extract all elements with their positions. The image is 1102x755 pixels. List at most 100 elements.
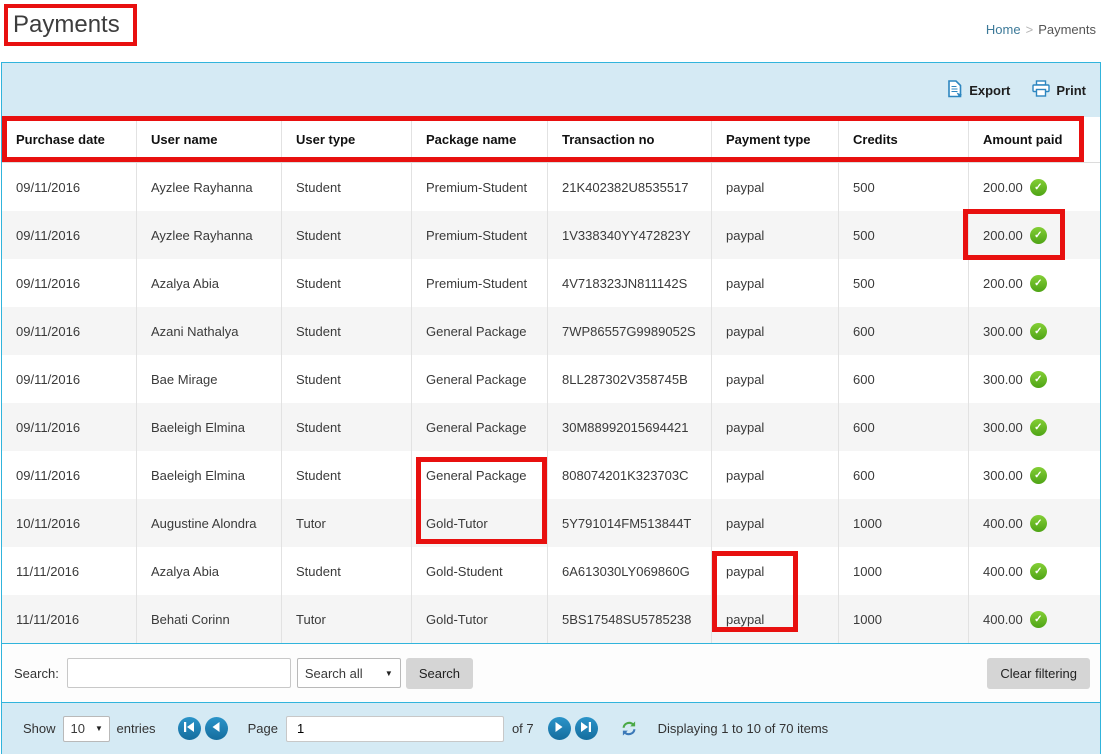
cell-text: Student: [296, 276, 341, 291]
cell-user-type: Tutor: [282, 595, 412, 643]
cell-text: Azalya Abia: [151, 276, 219, 291]
prev-page-button[interactable]: [205, 717, 228, 740]
first-page-button[interactable]: [178, 717, 201, 740]
search-button[interactable]: Search: [406, 658, 473, 689]
cell-payment-type: paypal: [712, 307, 839, 355]
check-circle-icon: ✓: [1030, 563, 1047, 580]
cell-amount-paid: 300.00✓: [969, 355, 1100, 403]
cell-text: 500: [853, 276, 875, 291]
clear-filtering-button[interactable]: Clear filtering: [987, 658, 1090, 689]
column-header-user-name: User name: [137, 117, 282, 162]
cell-text: Tutor: [296, 516, 326, 531]
cell-text: 300.00: [983, 372, 1023, 387]
display-status: Displaying 1 to 10 of 70 items: [658, 721, 829, 736]
cell-text: Student: [296, 372, 341, 387]
cell-amount-paid: 400.00✓: [969, 595, 1100, 643]
cell-credits: 500: [839, 163, 969, 211]
cell-user-type: Tutor: [282, 499, 412, 547]
cell-user-name: Bae Mirage: [137, 355, 282, 403]
cell-text: 200.00: [983, 180, 1023, 195]
next-page-icon: [553, 720, 565, 738]
table-row: 09/11/2016 Azalya Abia Student Premium-Stud…: [2, 259, 1100, 307]
search-bar: Search: Search all ▼ Search Clear filter…: [2, 643, 1100, 702]
search-filter-select[interactable]: Search all ▼: [297, 658, 401, 688]
refresh-icon[interactable]: [620, 720, 638, 737]
cell-text: 09/11/2016: [16, 276, 80, 291]
cell-transaction-no: 6A613030LY069860G: [548, 547, 712, 595]
cell-text: Student: [296, 564, 341, 579]
cell-payment-type: paypal: [712, 499, 839, 547]
payments-panel: Export Print Purchase dateUser nameUser …: [1, 62, 1101, 754]
cell-user-name: Azani Nathalya: [137, 307, 282, 355]
cell-text: 8LL287302V358745B: [562, 372, 688, 387]
cell-user-type: Student: [282, 211, 412, 259]
cell-user-type: Student: [282, 307, 412, 355]
chevron-down-icon: ▼: [385, 669, 393, 678]
check-circle-icon: ✓: [1030, 419, 1047, 436]
pagination-bar: Show 10 ▼ entries Page of 7: [2, 702, 1100, 754]
cell-package-name: Gold-Tutor: [412, 499, 548, 547]
search-input[interactable]: [67, 658, 291, 688]
cell-text: Behati Corinn: [151, 612, 230, 627]
check-circle-icon: ✓: [1030, 275, 1047, 292]
cell-text: 1000: [853, 564, 882, 579]
cell-text: 6A613030LY069860G: [562, 564, 690, 579]
payments-page: Payments Home>Payments Export Print Purc…: [0, 0, 1102, 755]
cell-user-type: Student: [282, 355, 412, 403]
cell-purchase-date: 09/11/2016: [2, 163, 137, 211]
cell-payment-type: paypal: [712, 355, 839, 403]
table-row: 09/11/2016Baeleigh ElminaStudentGeneral …: [2, 403, 1100, 451]
cell-text: Student: [296, 468, 341, 483]
export-button[interactable]: Export: [947, 80, 1010, 101]
last-page-button[interactable]: [575, 717, 598, 740]
next-page-button[interactable]: [548, 717, 571, 740]
cell-text: paypal: [726, 180, 764, 195]
breadcrumb-home-link[interactable]: Home: [986, 22, 1021, 37]
cell-text: 09/11/2016: [16, 324, 80, 339]
cell-credits: 600: [839, 403, 969, 451]
cell-purchase-date: 11/11/2016: [2, 595, 137, 643]
cell-text: Premium-Student: [426, 276, 527, 291]
breadcrumb-separator: >: [1026, 22, 1034, 37]
cell-user-name: Azalya Abia: [137, 259, 282, 307]
print-label: Print: [1056, 83, 1086, 98]
cell-text: 1V338340YY472823Y: [562, 228, 691, 243]
cell-transaction-no: 5BS17548SU5785238: [548, 595, 712, 643]
cell-transaction-no: 21K402382U8535517: [548, 163, 712, 211]
cell-payment-type: paypal: [712, 211, 839, 259]
cell-user-type: Student: [282, 403, 412, 451]
cell-user-name: Augustine Alondra: [137, 499, 282, 547]
cell-text: Baeleigh Elmina: [151, 468, 245, 483]
entries-per-page-select[interactable]: 10 ▼: [63, 716, 110, 742]
cell-text: paypal: [726, 228, 764, 243]
cell-text: Student: [296, 180, 341, 195]
cell-user-type: Student: [282, 259, 412, 307]
cell-package-name: General Package: [412, 355, 548, 403]
check-circle-icon: ✓: [1030, 323, 1047, 340]
cell-text: General Package: [426, 324, 526, 339]
page-number-input[interactable]: [286, 716, 504, 742]
cell-text: 30M88992015694421: [562, 420, 689, 435]
cell-transaction-no: 1V338340YY472823Y: [548, 211, 712, 259]
cell-text: 1000: [853, 612, 882, 627]
cell-transaction-no: 8LL287302V358745B: [548, 355, 712, 403]
cell-text: 300.00: [983, 468, 1023, 483]
cell-text: 200.00: [983, 228, 1023, 243]
cell-text: Student: [296, 228, 341, 243]
cell-payment-type: paypal: [712, 547, 839, 595]
print-button[interactable]: Print: [1032, 80, 1086, 100]
cell-text: 808074201K323703C: [562, 468, 689, 483]
breadcrumb: Home>Payments: [986, 22, 1096, 37]
cell-transaction-no: 30M88992015694421: [548, 403, 712, 451]
cell-text: Gold-Student: [426, 564, 503, 579]
cell-purchase-date: 11/11/2016: [2, 547, 137, 595]
prev-page-icon: [210, 720, 222, 738]
cell-credits: 1000: [839, 547, 969, 595]
table-row: 09/11/2016Bae MirageStudentGeneral Packa…: [2, 355, 1100, 403]
cell-transaction-no: 4V718323JN811142S: [548, 259, 712, 307]
cell-purchase-date: 09/11/2016: [2, 211, 137, 259]
cell-text: 300.00: [983, 420, 1023, 435]
cell-package-name: General Package: [412, 451, 548, 499]
cell-text: paypal: [726, 612, 764, 627]
cell-text: Ayzlee Rayhanna: [151, 180, 253, 195]
